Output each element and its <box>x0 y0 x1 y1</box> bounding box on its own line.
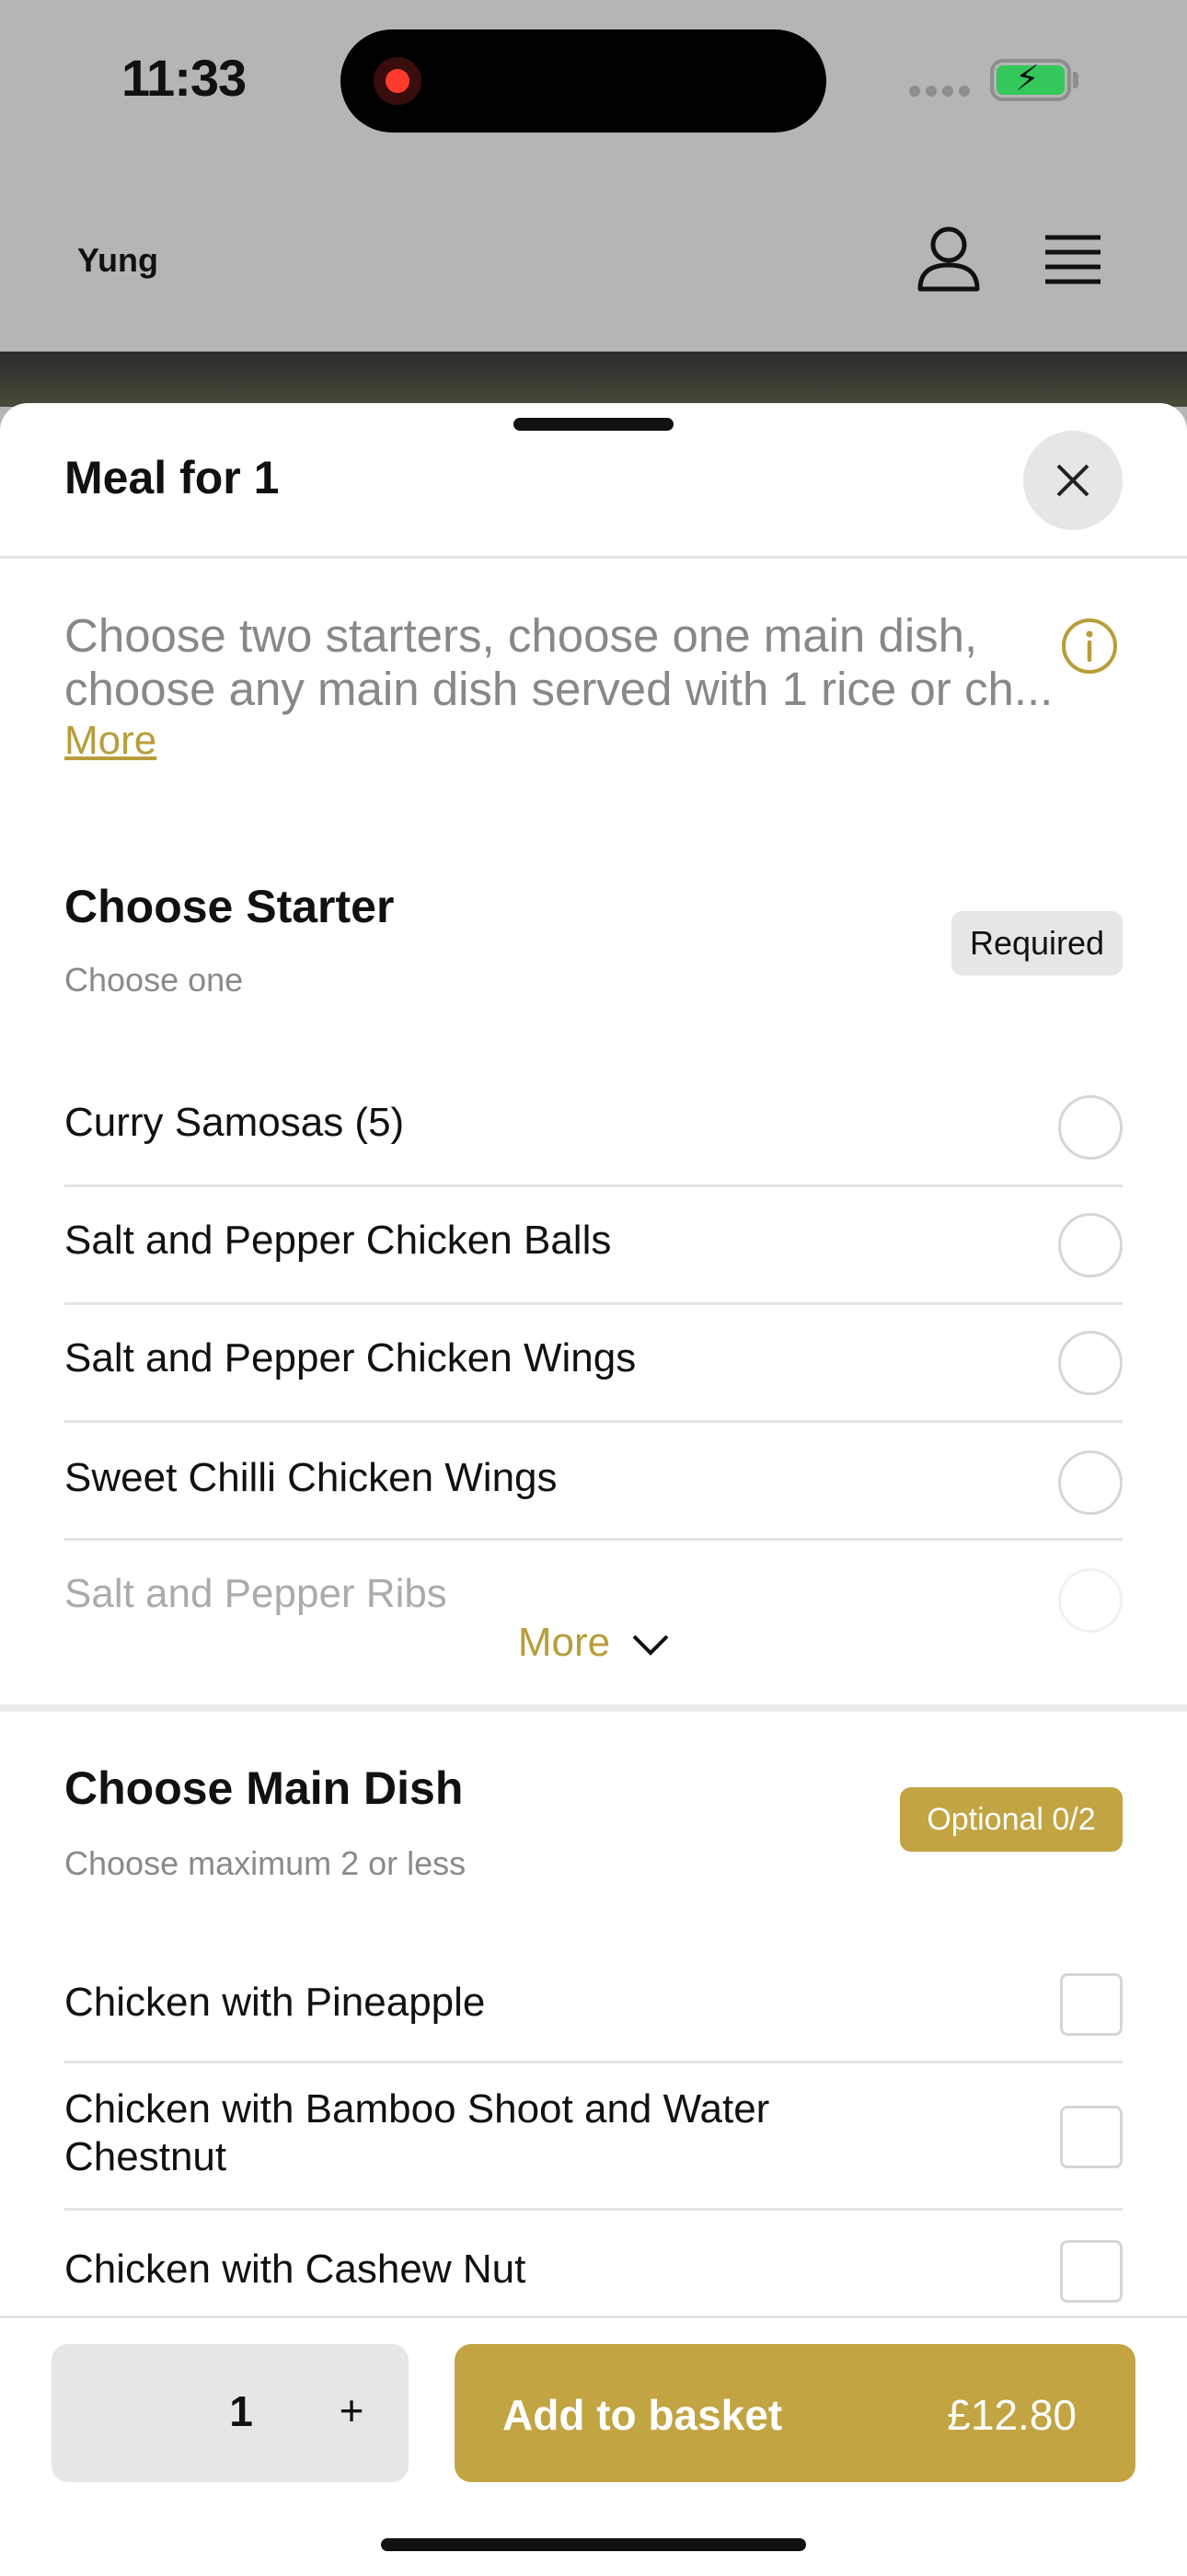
restaurant-brand[interactable]: Yung <box>77 241 158 280</box>
status-bar: 11:33 ⚡ <box>0 0 1187 166</box>
sheet-header: Meal for 1 <box>0 403 1187 559</box>
description-more-link[interactable]: More <box>64 718 156 764</box>
option-label: Salt and Pepper Chicken Balls <box>64 1218 612 1263</box>
option-label: Chicken with Pineapple <box>64 1980 486 2025</box>
starter-option-row[interactable]: Salt and Pepper Chicken Balls <box>64 1187 1123 1305</box>
hero-image <box>0 352 1187 407</box>
optional-badge: Optional 0/2 <box>900 1787 1123 1852</box>
main-option-row[interactable]: Chicken with Bamboo Shoot and Water Ches… <box>64 2063 1123 2211</box>
starter-option-row[interactable]: Sweet Chilli Chicken Wings <box>64 1423 1123 1541</box>
dynamic-island <box>340 29 826 133</box>
option-radio[interactable] <box>1058 1095 1123 1160</box>
status-time: 11:33 <box>121 49 247 107</box>
add-to-basket-button[interactable]: Add to basket £12.80 <box>455 2344 1135 2482</box>
option-radio[interactable] <box>1058 1213 1123 1277</box>
main-option-row[interactable]: Chicken with Pineapple <box>64 1931 1123 2063</box>
option-label-line: Chicken with Bamboo Shoot and Water <box>64 2086 770 2131</box>
option-label: Sweet Chilli Chicken Wings <box>64 1455 558 1500</box>
record-icon <box>374 57 421 105</box>
starter-option-row[interactable]: Salt and Pepper Chicken Wings <box>64 1305 1123 1423</box>
main-section-title: Choose Main Dish <box>64 1762 464 1814</box>
option-checkbox[interactable] <box>1060 2240 1123 2303</box>
description-line: Choose two starters, choose one main dis… <box>64 609 978 662</box>
option-checkbox[interactable] <box>1060 2106 1123 2168</box>
quantity-plus-button[interactable]: + <box>322 2381 381 2440</box>
menu-icon[interactable] <box>1043 232 1102 287</box>
main-option-row[interactable]: Chicken with Cashew Nut <box>64 2211 1123 2330</box>
starter-section-title: Choose Starter <box>64 881 395 932</box>
show-more-label: More <box>517 1620 611 1665</box>
battery-icon: ⚡ <box>990 59 1071 101</box>
option-label: Chicken with Bamboo Shoot and Water Ches… <box>64 2085 769 2181</box>
meal-options-sheet: Meal for 1 Choose two starters, choose o… <box>0 403 1187 2573</box>
close-button[interactable] <box>1023 431 1123 530</box>
option-radio[interactable] <box>1058 1331 1123 1395</box>
signal-icon <box>909 85 975 101</box>
quantity-stepper[interactable]: 1 + <box>52 2344 409 2482</box>
user-icon[interactable] <box>916 225 981 293</box>
starter-option-row[interactable]: Curry Samosas (5) <box>64 1068 1123 1187</box>
option-label: Chicken with Cashew Nut <box>64 2247 526 2292</box>
add-to-basket-label: Add to basket <box>502 2391 783 2439</box>
sheet-grabber[interactable] <box>513 418 674 431</box>
section-divider <box>0 1704 1187 1712</box>
option-radio[interactable] <box>1058 1450 1123 1515</box>
option-label-line: Chestnut <box>64 2134 227 2179</box>
basket-price: £12.80 <box>947 2391 1077 2439</box>
chevron-down-icon <box>632 1635 669 1657</box>
sheet-title: Meal for 1 <box>64 452 280 503</box>
main-section-subtitle: Choose maximum 2 or less <box>64 1844 467 1882</box>
bottom-action-bar: 1 + Add to basket £12.80 <box>0 2316 1187 2576</box>
option-label: Salt and Pepper Ribs <box>64 1571 447 1616</box>
info-icon[interactable] <box>1060 617 1119 676</box>
battery-nub <box>1073 72 1078 88</box>
meal-description: Choose two starters, choose one main dis… <box>64 609 1058 716</box>
option-checkbox[interactable] <box>1060 1973 1123 2036</box>
required-badge: Required <box>951 911 1123 976</box>
home-indicator <box>381 2538 806 2551</box>
quantity-value: 1 <box>229 2387 253 2435</box>
option-label: Salt and Pepper Chicken Wings <box>64 1335 637 1380</box>
close-icon <box>1056 464 1089 497</box>
option-label: Curry Samosas (5) <box>64 1100 405 1145</box>
starter-section-subtitle: Choose one <box>64 961 244 999</box>
description-line: choose any main dish served with 1 rice … <box>64 663 1054 715</box>
app-header: Yung <box>0 166 1187 352</box>
show-more-starters-button[interactable]: More <box>0 1620 1187 1693</box>
